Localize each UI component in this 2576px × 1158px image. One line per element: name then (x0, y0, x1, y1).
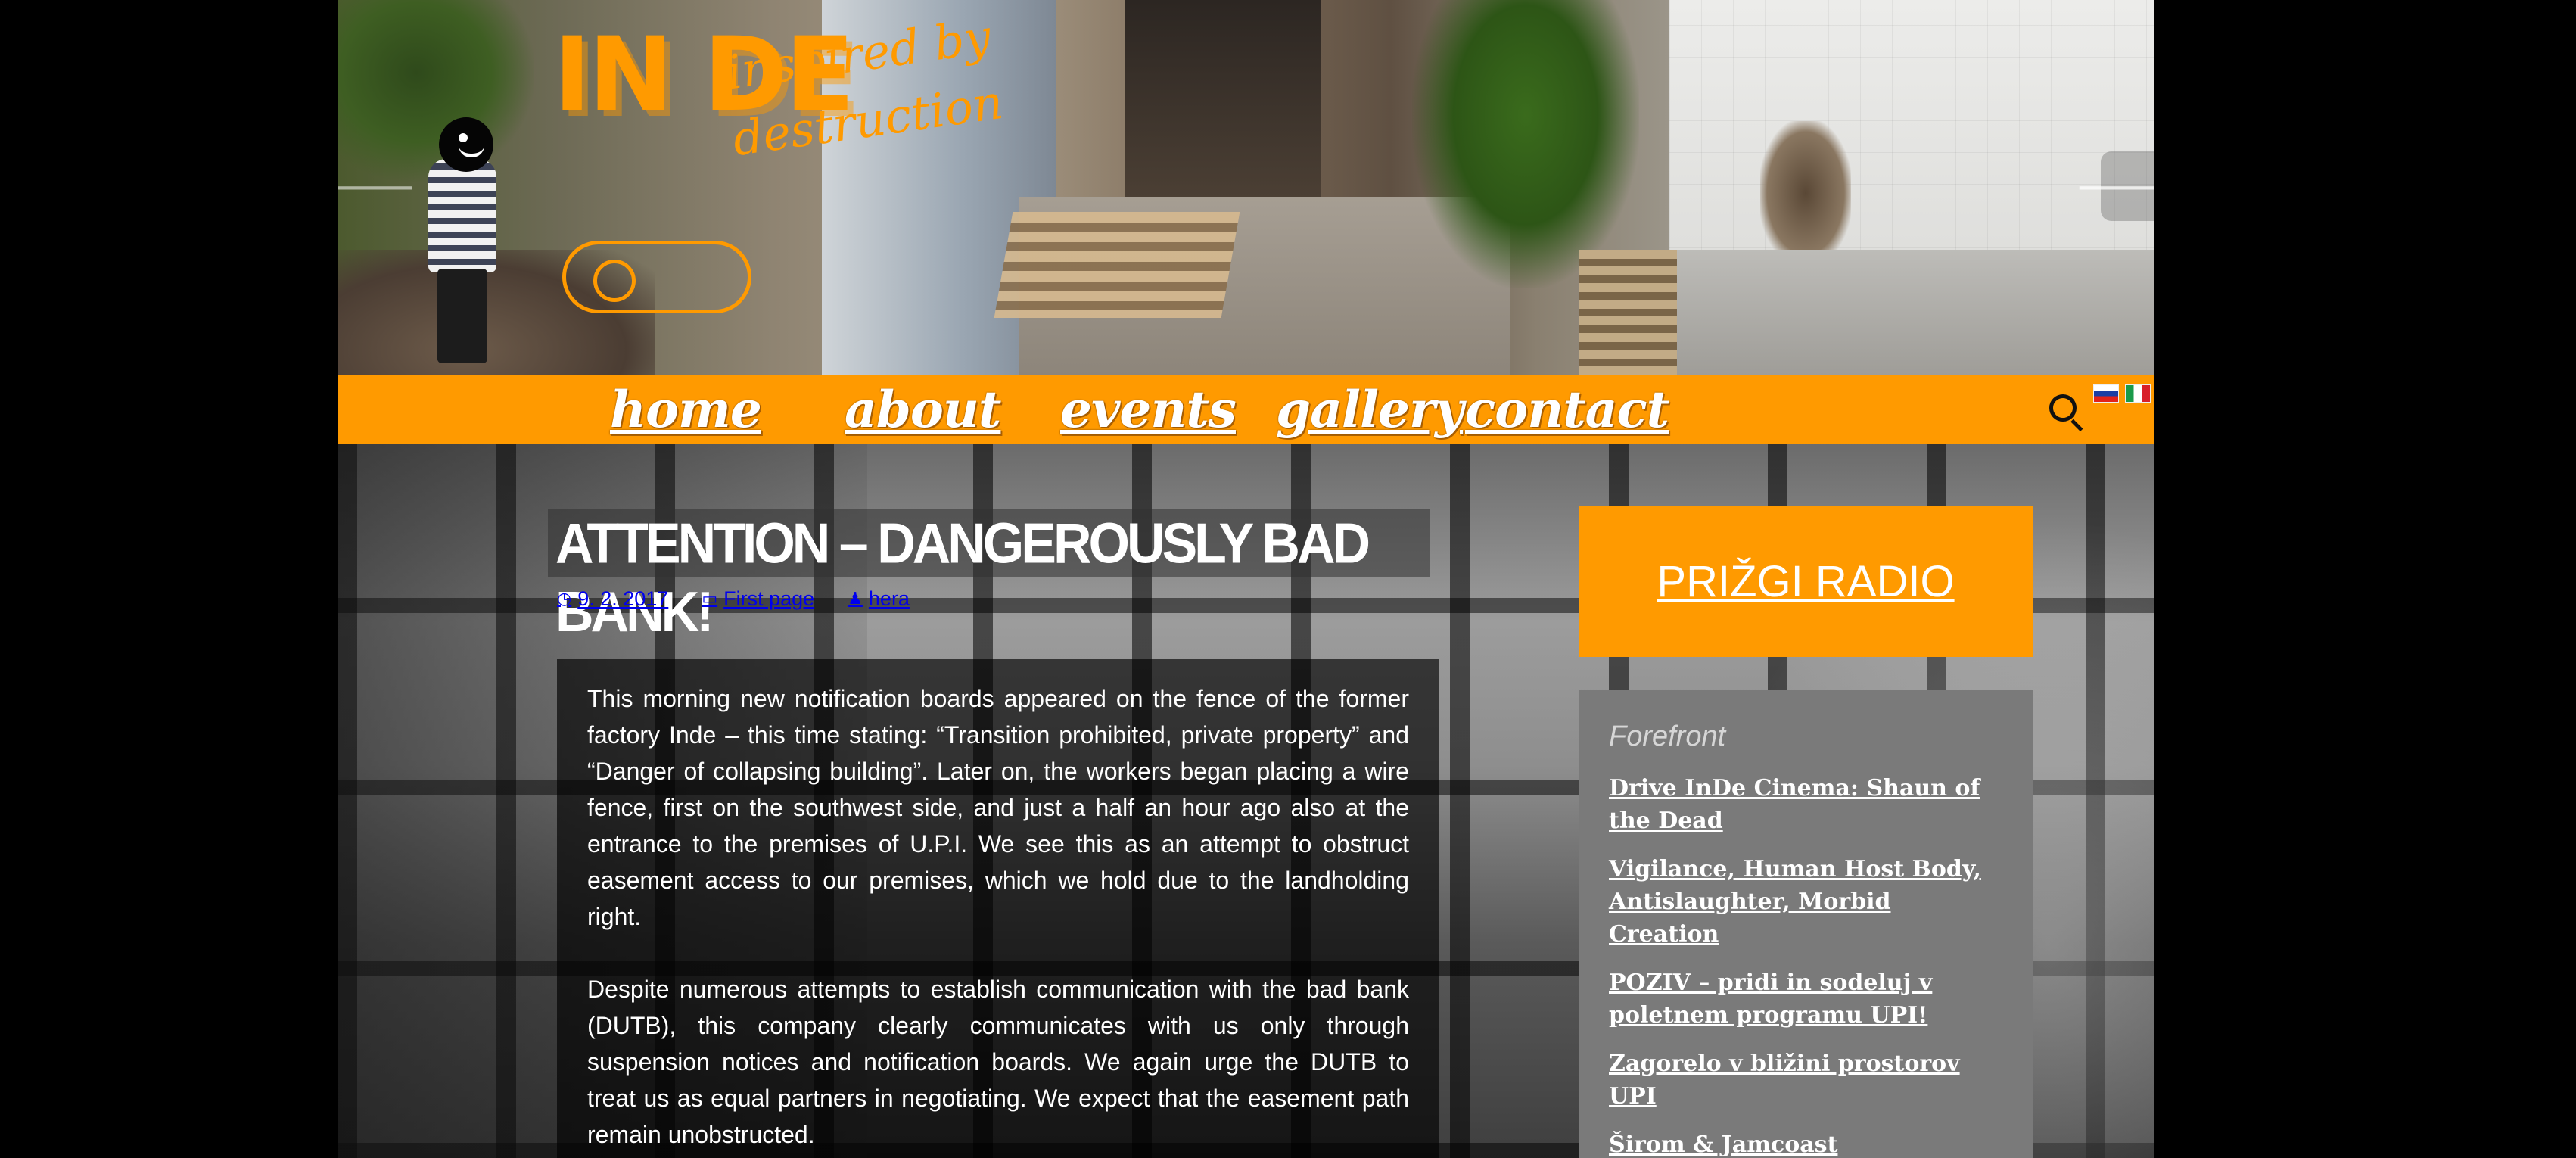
banner-person-legs (437, 269, 487, 363)
nav-item-home[interactable]: home (610, 375, 762, 444)
widget-title: Forefront (1609, 721, 1726, 752)
forefront-link[interactable]: Zagorelo v bližini prostorov UPI (1609, 1047, 2002, 1113)
forefront-link[interactable]: Vigilance, Human Host Body, Antislaughte… (1609, 853, 2002, 951)
banner-corridor (1125, 0, 1321, 197)
article-body: This morning new notification boards app… (557, 659, 1439, 1158)
banner-ground (1669, 250, 2154, 375)
post-category: First page (723, 587, 815, 610)
nav-item-gallery[interactable]: gallery (1276, 375, 1464, 444)
slider-next-arrow-icon[interactable]: 🡒 (2074, 151, 2154, 221)
smiley-eye (459, 133, 468, 142)
post-author-link[interactable]: ♟ hera (848, 587, 910, 611)
site-wrapper: IN DE inspired by destruction 🡐 🡒 home a… (338, 0, 2154, 1158)
folder-icon: ▭ (702, 589, 718, 608)
forefront-widget: Forefront Drive InDe Cinema: Shaun of th… (1579, 690, 2033, 1158)
forefront-link[interactable]: Drive InDe Cinema: Shaun of the Dead (1609, 772, 2002, 837)
post-date-link[interactable]: ◷ 9. 2. 2017 (557, 587, 668, 611)
content-area: ATTENTION – DANGEROUSLY BAD BANK! ◷ 9. 2… (338, 444, 2154, 1158)
smiley-face-icon (439, 117, 493, 172)
banner-person (428, 159, 496, 272)
nav-item-events[interactable]: events (1060, 375, 1237, 444)
post-category-link[interactable]: ▭ First page (702, 587, 814, 611)
banner-fern (1412, 0, 1639, 288)
post-meta: ◷ 9. 2. 2017 ▭ First page ♟ hera (557, 584, 943, 614)
post-date: 9. 2. 2017 (577, 587, 669, 610)
lightbulb-icon (562, 241, 751, 313)
slider-prev-arrow-icon[interactable]: 🡐 (338, 151, 417, 221)
radio-button[interactable]: PRIŽGI RADIO (1579, 506, 2033, 657)
article-paragraph: This morning new notification boards app… (587, 685, 1409, 930)
forefront-link[interactable]: Širom & Jamcoast (1609, 1128, 2002, 1158)
header-banner: IN DE inspired by destruction 🡐 🡒 (338, 0, 2154, 375)
banner-wood-stack (1579, 250, 1677, 375)
post-title[interactable]: ATTENTION – DANGEROUSLY BAD BANK! (548, 509, 1430, 643)
main-nav: home about events gallery contact (338, 375, 2154, 444)
nav-item-about[interactable]: about (845, 375, 1001, 444)
post-author: hera (868, 587, 910, 610)
search-icon (2049, 394, 2077, 422)
italy-flag-icon[interactable] (2125, 384, 2151, 403)
slovenia-flag-icon[interactable] (2093, 384, 2119, 403)
banner-pallets (994, 212, 1240, 318)
site-logo[interactable]: IN DE inspired by destruction (553, 6, 1006, 332)
user-icon: ♟ (848, 589, 863, 608)
clock-icon: ◷ (557, 589, 572, 608)
nav-item-contact[interactable]: contact (1465, 375, 1669, 444)
forefront-link[interactable]: POZIV – pridi in sodeluj v poletnem prog… (1609, 967, 2002, 1032)
article-paragraph: Despite numerous attempts to establish c… (587, 976, 1409, 1148)
banner-wall-hole (1760, 121, 1851, 265)
